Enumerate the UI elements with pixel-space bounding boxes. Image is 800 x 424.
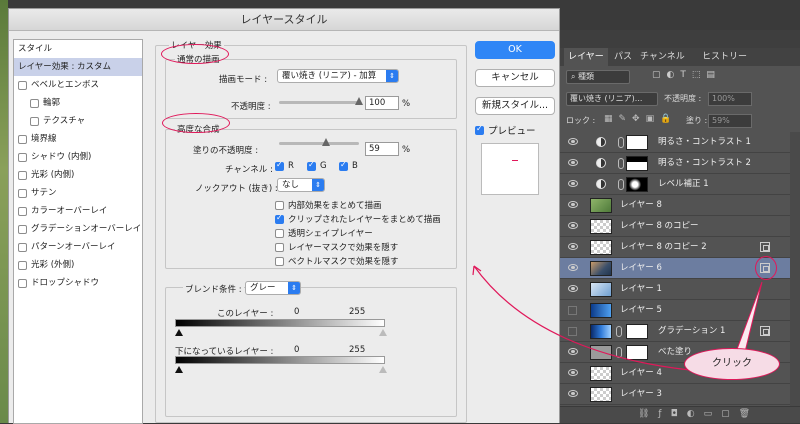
arrow-to-icon bbox=[735, 281, 763, 353]
click-callout: クリック bbox=[684, 348, 780, 380]
arrow-to-dialog bbox=[473, 265, 691, 371]
click-callout-text: クリック bbox=[712, 358, 752, 369]
annotation-arrows bbox=[472, 265, 763, 371]
